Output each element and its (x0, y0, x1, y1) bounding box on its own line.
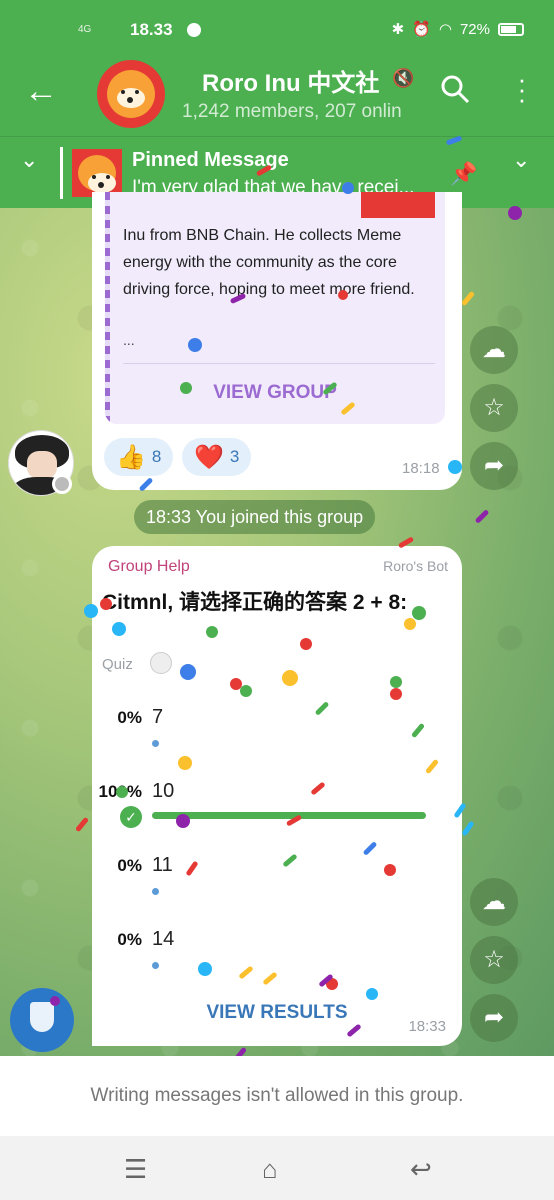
quiz-question: Citmnl, 请选择正确的答案 2 + 8: (102, 591, 408, 614)
group-title[interactable]: Roro Inu 中文社 (202, 63, 379, 98)
share-icon[interactable]: ➦ (470, 442, 518, 490)
confetti-dot (206, 626, 218, 638)
share-icon[interactable]: ➦ (470, 994, 518, 1042)
confetti-dot (366, 988, 378, 1000)
preview-badge (361, 192, 435, 218)
confetti-dot (84, 604, 98, 618)
back-arrow-icon[interactable]: ← (24, 74, 58, 108)
search-icon[interactable] (440, 74, 470, 104)
view-results-button[interactable]: VIEW RESULTS (92, 1002, 462, 1024)
option-percent: 0% (117, 930, 142, 949)
pin-list-icon[interactable]: 📌 (450, 161, 477, 187)
confetti-dot (384, 864, 396, 876)
confetti-dot (390, 676, 402, 688)
confetti-dot (176, 814, 190, 828)
preview-ellipsis: ... (123, 332, 135, 348)
poll-option-correct[interactable]: 100% 10 ✓ (92, 780, 462, 842)
confetti-dot (338, 290, 348, 300)
muted-speaker-icon: 🔇 (392, 68, 415, 88)
option-bar (152, 888, 159, 895)
option-label: 10 (152, 780, 175, 802)
status-right: ✱ ⏰ ◠ 72% (392, 20, 524, 38)
reaction-thumbs-up[interactable]: 👍 8 (104, 438, 174, 476)
star-icon[interactable]: ☆ (470, 384, 518, 432)
message-time: 18:18 (402, 460, 440, 477)
confetti-dot (112, 622, 126, 636)
home-icon[interactable]: ⌂ (262, 1154, 278, 1185)
confetti-dot (188, 338, 202, 352)
bluetooth-icon: ✱ (391, 21, 405, 38)
status-bar: 4G 18.33 ✱ ⏰ ◠ 72% (0, 0, 554, 60)
confetti-dot (116, 786, 128, 798)
recent-apps-icon[interactable]: ☰ (124, 1154, 147, 1185)
alarm-icon: ⏰ (412, 21, 431, 38)
spotify-icon (187, 23, 201, 37)
checkmark-icon: ✓ (120, 806, 142, 828)
confetti-dot (180, 382, 192, 394)
composer-notice: Writing messages isn't allowed in this g… (0, 1056, 554, 1136)
pinned-thumbnail (72, 149, 122, 197)
signal-indicator: 4G (78, 24, 92, 35)
view-group-button[interactable]: VIEW GROUP (105, 382, 445, 404)
option-bar (152, 962, 159, 969)
confetti-dot (178, 756, 192, 770)
option-label: 14 (152, 928, 175, 950)
forwarded-group-preview: Inu from BNB Chain. He collects Meme ene… (105, 192, 445, 424)
reaction-count: 8 (151, 447, 162, 466)
option-percent: 0% (117, 856, 142, 875)
star-icon[interactable]: ☆ (470, 936, 518, 984)
option-percent: 0% (117, 708, 142, 727)
message-time: 18:33 (408, 1018, 446, 1035)
option-bar (152, 812, 426, 819)
option-bar (152, 740, 159, 747)
poll-option[interactable]: 0% 14 (92, 928, 462, 990)
divider (123, 363, 435, 364)
confetti-dot (508, 206, 522, 220)
reaction-count: 3 (229, 447, 240, 466)
confetti-dot (448, 460, 462, 474)
confetti-dot (282, 670, 298, 686)
reaction-heart[interactable]: ❤️ 3 (182, 438, 252, 476)
preview-text: Inu from BNB Chain. He collects Meme ene… (123, 227, 415, 298)
confetti-dot (240, 685, 252, 697)
option-label: 7 (152, 706, 164, 728)
status-time: 18.33 (130, 20, 173, 39)
back-nav-icon[interactable]: ↩ (410, 1154, 432, 1185)
battery-icon (498, 22, 524, 36)
confetti-dot (198, 962, 212, 976)
heart-icon: ❤️ (194, 443, 224, 471)
option-label: 11 (152, 854, 173, 876)
wifi-icon: ◠ (438, 21, 452, 38)
confetti-dot (300, 638, 312, 650)
pinned-indicator-line (60, 147, 63, 199)
sender-name[interactable]: Group Help (108, 558, 190, 576)
battery-percent: 72% (459, 20, 490, 38)
system-nav-bar: ☰ ⌂ ↩ (0, 1136, 554, 1200)
confetti-dot (342, 182, 354, 194)
cloud-icon[interactable]: ☁ (470, 878, 518, 926)
confetti-dot (50, 996, 60, 1006)
confetti-dot (412, 606, 426, 620)
confetti-dot (100, 598, 112, 610)
quiz-type-label: Quiz (102, 656, 133, 673)
confetti-dot (390, 688, 402, 700)
voter-avatar (150, 652, 172, 674)
confetti-dot (404, 618, 416, 630)
group-avatar[interactable] (97, 60, 165, 128)
via-bot: Roro's Bot (383, 558, 448, 574)
group-subtitle: 1,242 members, 207 onlin (182, 101, 402, 122)
confetti-dot (180, 664, 196, 680)
expand-chevron-icon[interactable]: ⌄ (512, 147, 530, 173)
poll-option[interactable]: 0% 11 (92, 854, 462, 916)
thumbs-up-icon: 👍 (116, 443, 146, 471)
more-vertical-icon[interactable]: · · · (512, 66, 532, 112)
shield-icon[interactable] (10, 988, 74, 1052)
app-header: 4G 18.33 ✱ ⏰ ◠ 72% ← Roro Inu 中文社 🔇 1,24… (0, 0, 554, 136)
collapse-chevron-icon[interactable]: ⌄ (20, 147, 38, 173)
service-message: 18:33 You joined this group (134, 500, 376, 534)
status-dot (52, 474, 72, 494)
poll-option[interactable]: 0% 7 (92, 706, 462, 768)
cloud-icon[interactable]: ☁ (470, 326, 518, 374)
